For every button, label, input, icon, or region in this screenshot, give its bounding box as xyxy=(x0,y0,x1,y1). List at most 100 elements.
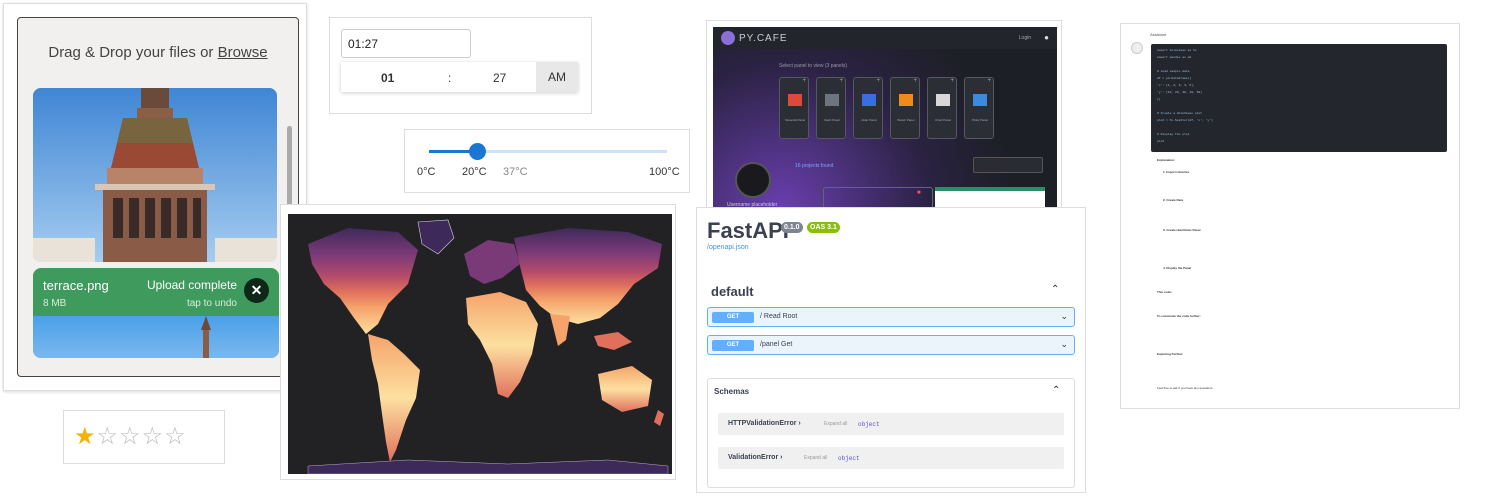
expand-all-link[interactable]: Expand all xyxy=(804,455,827,461)
panel-subtitle: Select panel to view (3 panels) xyxy=(779,63,848,69)
panel-tile[interactable]: + Plotly Panel xyxy=(964,77,994,139)
sort-select[interactable] xyxy=(973,157,1043,173)
fastapi-docs: FastAPI 0.1.0 OAS 3.1 /openapi.json defa… xyxy=(696,207,1086,493)
chevron-up-icon[interactable]: ⌃ xyxy=(1052,385,1060,396)
schema-name[interactable]: ValidationError › xyxy=(728,454,782,461)
assistant-avatar-icon xyxy=(1131,42,1143,54)
method-badge: GET xyxy=(712,340,754,351)
schemas-title[interactable]: Schemas xyxy=(714,387,749,396)
remove-file-button[interactable]: ✕ xyxy=(244,278,269,303)
code-line: }) xyxy=(1157,98,1161,101)
brand-logo-icon[interactable] xyxy=(721,31,735,45)
chevron-down-icon[interactable]: ⌄ xyxy=(1060,311,1068,322)
code-line: plot xyxy=(1157,140,1165,143)
openapi-link[interactable]: /openapi.json xyxy=(707,244,749,251)
time-input[interactable] xyxy=(341,29,471,58)
plus-icon[interactable]: + xyxy=(876,78,880,84)
exploring-heading: Exploring Further: xyxy=(1157,352,1184,356)
rating-stars: ★☆☆☆☆ xyxy=(74,422,187,451)
period-toggle[interactable]: AM xyxy=(536,62,578,92)
operation-row[interactable]: GET / Read Root ⌄ xyxy=(707,307,1075,327)
step-item: 3. Create HoloViews Panel xyxy=(1163,228,1201,232)
slider-min-label: 0°C xyxy=(417,166,436,178)
panel-tile[interactable]: + Chart Panel xyxy=(927,77,957,139)
code-block[interactable]: import holoviews as hv import pandas as p… xyxy=(1151,44,1447,152)
schema-item[interactable]: HTTPValidationError › Expand all object xyxy=(718,413,1064,435)
method-badge: GET xyxy=(712,312,754,323)
expand-all-link[interactable]: Expand all xyxy=(824,421,847,427)
file-thumbnail-graphic xyxy=(201,316,211,358)
user-icon[interactable]: ● xyxy=(1044,33,1049,42)
panel-icon xyxy=(825,94,839,106)
this-code-heading: This code: xyxy=(1157,290,1173,294)
star-filled-icon[interactable]: ★ xyxy=(74,423,97,450)
avatar[interactable] xyxy=(735,162,771,198)
panel-label: Plotly Panel xyxy=(972,118,988,122)
world-map-card xyxy=(280,204,676,480)
version-badge: 0.1.0 xyxy=(781,222,803,233)
world-map-graphic xyxy=(307,219,669,474)
tower-photo-graphic xyxy=(33,88,277,262)
chevron-down-icon[interactable]: ⌄ xyxy=(1060,339,1068,350)
slider-mid-label: 37°C xyxy=(503,166,528,178)
schema-type: object xyxy=(858,421,880,428)
step-item: 2. Create Data xyxy=(1163,198,1184,202)
step-item: 4. Display the Panel xyxy=(1163,266,1192,270)
star-rating: ★☆☆☆☆ xyxy=(63,410,225,464)
file-size: 8 MB xyxy=(43,298,67,309)
schema-name[interactable]: HTTPValidationError › xyxy=(728,420,801,427)
star-empty-icon[interactable]: ☆ xyxy=(97,423,120,450)
schemas-section: Schemas ⌃ HTTPValidationError › Expand al… xyxy=(707,378,1075,488)
step-item: 1. Import Libraries xyxy=(1163,170,1190,174)
plus-icon[interactable]: + xyxy=(839,78,843,84)
section-default[interactable]: default xyxy=(711,284,754,299)
customize-heading: To customize the code further: xyxy=(1157,314,1201,318)
code-line: 'y': [10, 20, 30, 40, 50] xyxy=(1157,91,1203,94)
slider-max-label: 100°C xyxy=(649,166,680,178)
star-empty-icon[interactable]: ☆ xyxy=(164,423,187,450)
minute-field[interactable]: 27 xyxy=(493,71,506,85)
browse-link[interactable]: Browse xyxy=(218,44,268,61)
footer-text: Feel free to ask if you have any questio… xyxy=(1157,386,1214,390)
code-line: plot = hv.Scatter(df, 'x', 'y') xyxy=(1157,119,1213,122)
slider-thumb[interactable] xyxy=(468,143,486,160)
chevron-up-icon[interactable]: ⌃ xyxy=(1051,284,1059,295)
time-spinner: 01 : 27 AM xyxy=(341,62,578,92)
brand-name[interactable]: PY.CAFE xyxy=(739,33,788,44)
panel-tile[interactable]: + Dash Panel xyxy=(816,77,846,139)
world-heatmap[interactable] xyxy=(288,214,672,474)
plus-icon[interactable]: + xyxy=(987,78,991,84)
panel-tile[interactable]: + Bokeh Panel xyxy=(890,77,920,139)
upload-dropzone[interactable]: Drag & Drop your files or Browse terrace… xyxy=(17,17,299,377)
trash-icon[interactable]: ■ xyxy=(917,190,921,196)
hour-field[interactable]: 01 xyxy=(381,71,394,85)
uploaded-file-item: terrace.png 8 MB Upload complete tap to … xyxy=(33,268,279,358)
undo-hint[interactable]: tap to undo xyxy=(187,298,237,309)
time-picker: 01 : 27 AM xyxy=(329,17,592,114)
oas-badge: OAS 3.1 xyxy=(807,222,840,233)
operation-row[interactable]: GET/panel Get ⌄ xyxy=(707,335,1075,355)
file-name: terrace.png xyxy=(43,278,109,293)
panel-tile[interactable]: + Streamlit Panel xyxy=(779,77,809,139)
panel-icon xyxy=(899,94,913,106)
upload-status: Upload complete xyxy=(146,278,237,292)
plus-icon[interactable]: + xyxy=(802,78,806,84)
panel-icon xyxy=(862,94,876,106)
star-empty-icon[interactable]: ☆ xyxy=(142,423,165,450)
code-line: # Load sample data xyxy=(1157,70,1190,73)
plus-icon[interactable]: + xyxy=(950,78,954,84)
api-title: FastAPI xyxy=(707,218,789,243)
code-line: df = pd.DataFrame({ xyxy=(1157,77,1192,80)
operation-path: / Read Root xyxy=(760,313,798,320)
time-separator: : xyxy=(448,71,452,85)
login-link[interactable]: Login xyxy=(1019,35,1031,41)
star-empty-icon[interactable]: ☆ xyxy=(119,423,142,450)
code-line: 'x': [1, 2, 3, 4, 5], xyxy=(1157,84,1195,87)
schema-item[interactable]: ValidationError › Expand all object xyxy=(718,447,1064,469)
panel-tile[interactable]: + Altair Panel xyxy=(853,77,883,139)
pycafe-dashboard: PY.CAFE Login ● Select panel to view (3 … xyxy=(706,20,1062,210)
chat-response: Assistant import holoviews as hv import p… xyxy=(1120,23,1460,409)
dashboard-canvas: PY.CAFE Login ● Select panel to view (3 … xyxy=(713,27,1057,209)
panel-label: Bokeh Panel xyxy=(897,118,915,122)
plus-icon[interactable]: + xyxy=(913,78,917,84)
